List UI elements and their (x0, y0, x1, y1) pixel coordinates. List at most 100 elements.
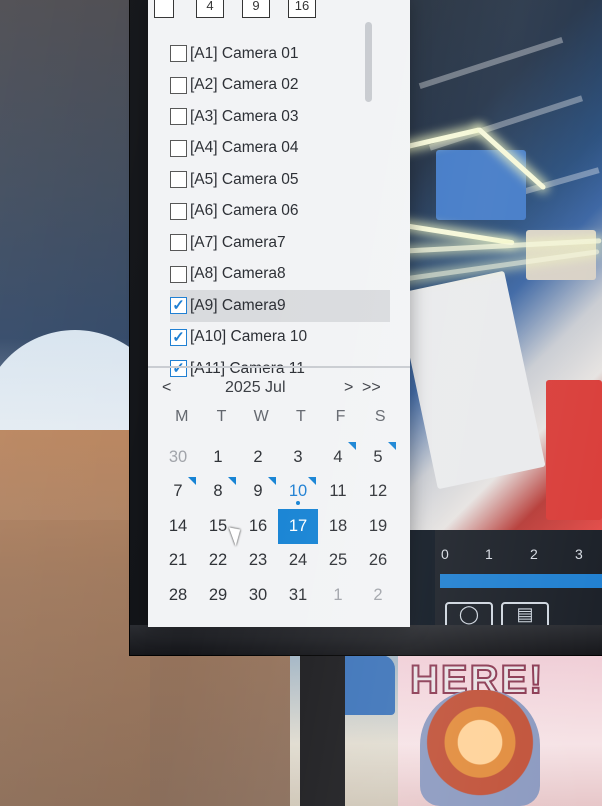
month-label: 2025 Jul (225, 379, 286, 396)
camera-label: [A10] Camera 10 (190, 328, 308, 346)
day-number: 12 (368, 482, 388, 501)
day-number: 30 (248, 585, 268, 604)
monitor-stand (300, 650, 345, 806)
calendar-day[interactable]: 2 (238, 440, 278, 475)
day-number: 11 (329, 482, 347, 501)
checkbox[interactable] (170, 45, 187, 63)
checkbox[interactable] (170, 108, 187, 126)
checkbox[interactable] (170, 171, 187, 189)
camera-list-item[interactable]: [A7] Camera7 (170, 227, 390, 259)
calendar-day-selected[interactable]: 17 (278, 509, 318, 544)
calendar-day[interactable]: 22 (198, 544, 238, 579)
weekday-label: F (335, 408, 346, 425)
camera-list-item[interactable]: [A5] Camera 05 (170, 164, 390, 196)
calendar-day[interactable]: 11 (318, 475, 358, 510)
panel-divider (148, 366, 410, 368)
day-number: 15 (208, 516, 228, 535)
calendar-day[interactable]: 23 (238, 544, 278, 579)
calendar-day[interactable]: 4 (318, 440, 358, 475)
checkbox-checked[interactable]: ✓ (170, 297, 187, 315)
calendar-day[interactable]: 8 (198, 475, 238, 510)
calendar-day[interactable]: 18 (318, 509, 358, 544)
calendar-day[interactable]: 26 (358, 544, 398, 579)
split-layout-row: 4 9 16 (148, 0, 410, 24)
person-filter-button[interactable]: ◯ (445, 602, 493, 627)
day-number: 28 (168, 585, 188, 604)
calendar-day[interactable]: 30 (238, 578, 278, 613)
camera-list-item[interactable]: [A1] Camera 01 (170, 38, 390, 70)
camera-label: [A5] Camera 05 (190, 170, 299, 188)
poster-character (420, 690, 540, 806)
day-number: 25 (328, 551, 348, 570)
calendar-day[interactable]: 7 (158, 475, 198, 510)
recording-marker-icon (348, 442, 356, 450)
recording-marker-icon (188, 476, 196, 485)
day-number: 7 (173, 482, 183, 501)
camera-list-item[interactable]: [A3] Camera 03 (170, 101, 390, 133)
camera-list-item[interactable]: [A4] Camera 04 (170, 133, 390, 165)
layout-4-button[interactable]: 4 (196, 0, 224, 18)
calendar-day[interactable]: 2 (358, 578, 398, 613)
prev-month-button[interactable]: < (162, 379, 171, 397)
camera-list-item[interactable]: ✓ [A10] Camera 10 (170, 322, 390, 354)
playback-timeline[interactable]: 0 1 2 3 ◯ ▤ (435, 530, 602, 627)
day-number: 19 (368, 516, 388, 535)
camera-list: [A1] Camera 01 [A2] Camera 02 [A3] Camera … (170, 38, 390, 385)
checkbox-checked[interactable]: ✓ (170, 328, 187, 346)
vehicle-filter-button[interactable]: ▤ (501, 602, 549, 627)
camera-list-item[interactable]: ✓ [A9] Camera9 (170, 290, 390, 322)
day-number: 31 (288, 585, 308, 604)
calendar-day[interactable]: 1 (318, 578, 358, 613)
checkbox[interactable] (170, 265, 187, 283)
checkbox[interactable] (170, 234, 187, 252)
camera-list-item[interactable]: [A2] Camera 02 (170, 70, 390, 102)
calendar-day[interactable]: 5 (358, 440, 398, 475)
weekday-header: MTWTFS (162, 408, 400, 426)
calendar-day[interactable]: 19 (358, 509, 398, 544)
calendar-week: 28 29 30 31 1 2 (158, 578, 403, 613)
day-number: 1 (213, 447, 223, 466)
calendar-day[interactable]: 29 (198, 578, 238, 613)
calendar-grid: 30 1 2 3 4 5 7 8 9 10 11 12 14 15 16 17 18 19 21 22 23 24 25 26… (158, 440, 403, 613)
calendar-day[interactable]: 9 (238, 475, 278, 510)
checkbox[interactable] (170, 139, 187, 157)
weekday-label: W (253, 408, 269, 425)
calendar-day[interactable]: 21 (158, 544, 198, 579)
layout-9-button[interactable]: 9 (242, 0, 270, 18)
checkbox[interactable] (170, 202, 187, 220)
calendar-week: 21 22 23 24 25 26 (158, 544, 403, 579)
weekday-label: T (216, 408, 227, 425)
calendar-day[interactable]: 3 (278, 440, 318, 475)
camera-list-item[interactable]: [A8] Camera8 (170, 259, 390, 291)
calendar-day[interactable]: 12 (358, 475, 398, 510)
timeline-ticks: 0 1 2 3 (435, 540, 602, 562)
calendar-day[interactable]: 1 (198, 440, 238, 475)
calendar-day[interactable]: 10 (278, 475, 318, 510)
day-number: 14 (168, 516, 188, 535)
next-month-button[interactable]: > (344, 379, 353, 397)
tick-label: 3 (575, 546, 583, 562)
camera-list-item[interactable]: [A6] Camera 06 (170, 196, 390, 228)
day-number: 10 (288, 482, 308, 501)
checkbox[interactable] (170, 76, 187, 94)
tick-label: 0 (441, 546, 449, 562)
day-number: 22 (208, 551, 228, 570)
layout-16-button[interactable]: 16 (288, 0, 316, 18)
calendar-day[interactable]: 28 (158, 578, 198, 613)
day-number: 3 (293, 447, 303, 466)
day-number: 23 (248, 551, 268, 570)
calendar-week: 30 1 2 3 4 5 (158, 440, 403, 475)
day-number: 29 (208, 585, 228, 604)
calendar-day[interactable]: 25 (318, 544, 358, 579)
next-year-button[interactable]: >> (362, 379, 381, 397)
camera-label: [A9] Camera9 (190, 296, 286, 314)
calendar-day[interactable]: 14 (158, 509, 198, 544)
layout-1-button[interactable] (154, 0, 174, 18)
calendar-day[interactable]: 16 (238, 509, 278, 544)
day-number: 2 (373, 585, 383, 604)
calendar-day[interactable]: 24 (278, 544, 318, 579)
recording-bar[interactable] (440, 574, 602, 588)
calendar-day[interactable]: 30 (158, 440, 198, 475)
calendar-header: < 2025 Jul > >> (148, 374, 410, 404)
calendar-day[interactable]: 31 (278, 578, 318, 613)
